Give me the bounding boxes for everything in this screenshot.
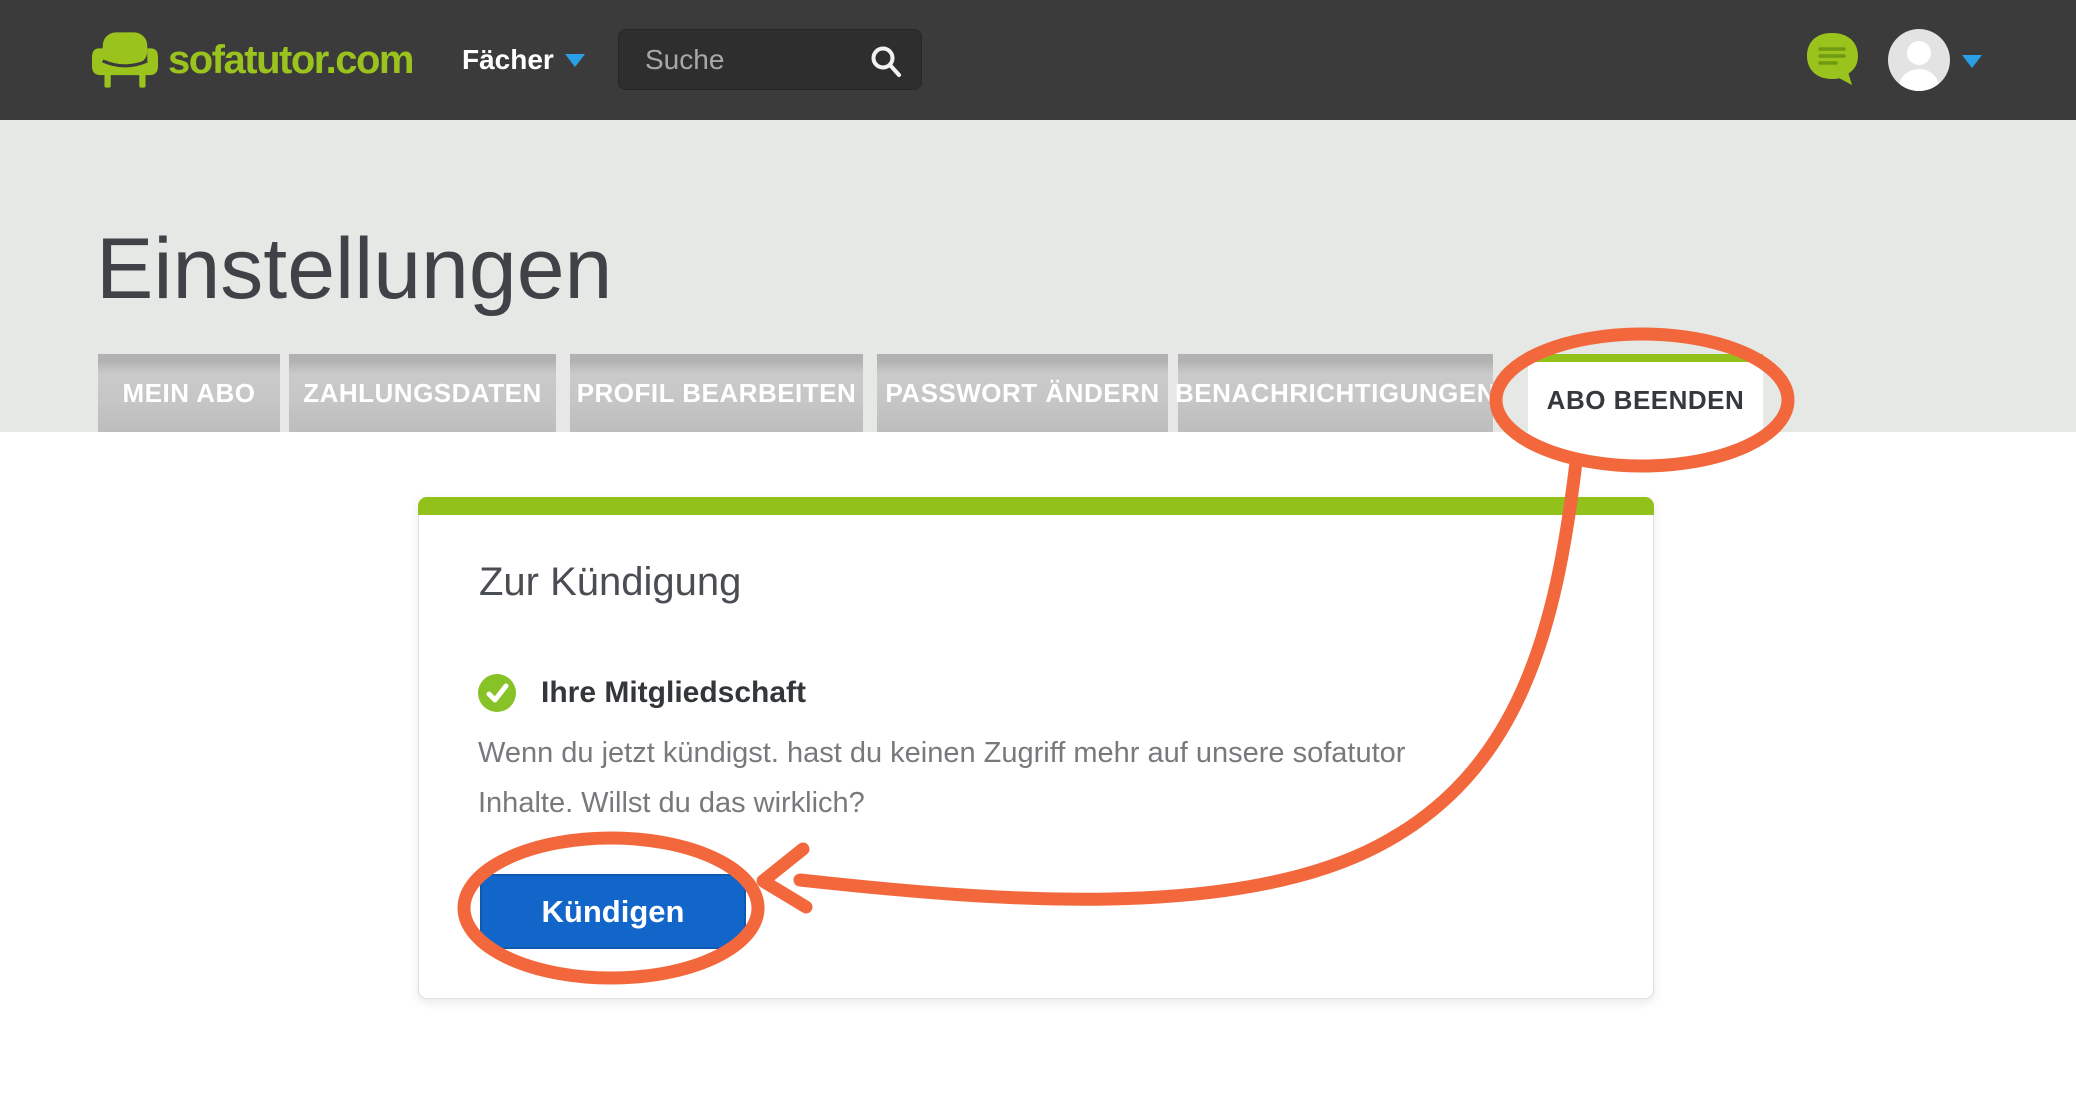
brand-logo[interactable]: sofatutor.com [92, 0, 413, 120]
chat-bubble-icon[interactable] [1806, 32, 1868, 88]
account-chevron-down-icon[interactable] [1962, 55, 1982, 68]
tab-label: PASSWORT ÄNDERN [885, 378, 1159, 409]
tab-label: ABO BEENDEN [1547, 385, 1745, 416]
tab-passwort-aendern[interactable]: PASSWORT ÄNDERN [877, 354, 1168, 432]
top-navbar: sofatutor.com Fächer [0, 0, 2076, 120]
tab-label: BENACHRICHTIGUNGEN [1175, 378, 1496, 409]
warning-line-2: Inhalte. Willst du das wirklich? [478, 778, 1405, 828]
nav-subjects-menu[interactable]: Fächer [462, 0, 585, 120]
tab-label: MEIN ABO [122, 378, 255, 409]
settings-page: sofatutor.com Fächer [0, 0, 2076, 1100]
search-icon[interactable] [869, 45, 903, 79]
tab-benachrichtigungen[interactable]: BENACHRICHTIGUNGEN [1178, 354, 1493, 432]
tab-zahlungsdaten[interactable]: ZAHLUNGSDATEN [289, 354, 556, 432]
nav-subjects-label: Fächer [462, 44, 554, 76]
tab-label: ZAHLUNGSDATEN [303, 378, 542, 409]
sofa-icon [92, 27, 158, 93]
membership-status-row: Ihre Mitgliedschaft [478, 674, 806, 712]
kuendigen-button-label: Kündigen [542, 894, 685, 930]
cancellation-warning-text: Wenn du jetzt kündigst. hast du keinen Z… [478, 728, 1405, 828]
avatar[interactable] [1888, 29, 1950, 91]
tab-mein-abo[interactable]: MEIN ABO [98, 354, 280, 432]
avatar-silhouette-icon [1888, 29, 1950, 91]
page-title: Einstellungen [96, 222, 612, 317]
tab-profil-bearbeiten[interactable]: PROFIL BEARBEITEN [570, 354, 863, 432]
kuendigen-button[interactable]: Kündigen [480, 874, 746, 949]
membership-heading: Ihre Mitgliedschaft [541, 676, 806, 710]
check-circle-icon [478, 674, 516, 712]
brand-name: sofatutor.com [168, 38, 413, 83]
chevron-down-icon [565, 54, 585, 67]
search-box [618, 29, 922, 90]
tab-abo-beenden[interactable]: ABO BEENDEN [1528, 354, 1763, 438]
tab-label: PROFIL BEARBEITEN [577, 378, 857, 409]
cancellation-card: Zur Kündigung Ihre Mitgliedschaft Wenn d… [418, 497, 1654, 999]
card-accent-bar [418, 497, 1654, 515]
card-title: Zur Kündigung [479, 560, 741, 605]
warning-line-1: Wenn du jetzt kündigst. hast du keinen Z… [478, 728, 1405, 778]
